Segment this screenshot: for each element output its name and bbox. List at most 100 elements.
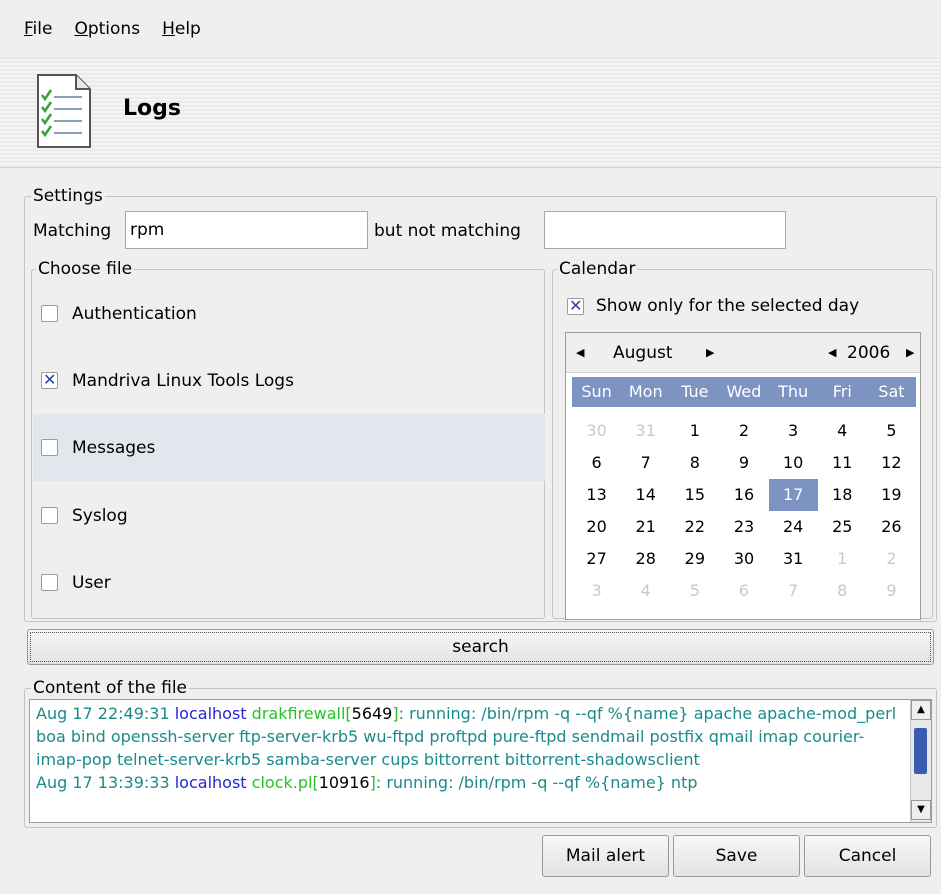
log-host: localhost bbox=[174, 773, 247, 792]
show-only-selected-day-option[interactable]: Show only for the selected day bbox=[567, 296, 859, 316]
menu-bar: File Options Help bbox=[0, 0, 941, 58]
calendar-day[interactable]: 10 bbox=[769, 447, 818, 479]
calendar-day[interactable]: 4 bbox=[818, 415, 867, 447]
weekday-label: Mon bbox=[628, 382, 663, 401]
calendar-day[interactable]: 1 bbox=[818, 543, 867, 575]
calendar-day[interactable]: 31 bbox=[769, 543, 818, 575]
calendar-day[interactable]: 1 bbox=[670, 415, 719, 447]
calendar-day[interactable]: 24 bbox=[769, 511, 818, 543]
menu-help[interactable]: Help bbox=[162, 19, 201, 39]
calendar-day[interactable]: 3 bbox=[769, 415, 818, 447]
file-option-label: Syslog bbox=[72, 505, 128, 526]
next-year-icon[interactable]: ▶ bbox=[906, 346, 914, 359]
calendar-day[interactable]: 2 bbox=[719, 415, 768, 447]
calendar-day[interactable]: 21 bbox=[621, 511, 670, 543]
syslog-checkbox[interactable] bbox=[41, 507, 58, 524]
calendar-day[interactable]: 18 bbox=[818, 479, 867, 511]
log-host: localhost bbox=[174, 704, 247, 723]
log-process: clock.pl bbox=[251, 773, 313, 792]
not-matching-label: but not matching bbox=[374, 221, 521, 241]
weekday-label: Fri bbox=[832, 382, 852, 401]
scrollbar-thumb[interactable] bbox=[914, 728, 927, 774]
messages-checkbox[interactable] bbox=[41, 439, 58, 456]
mandriva-tools-logs-checkbox[interactable] bbox=[41, 370, 58, 389]
search-button[interactable]: search bbox=[27, 629, 934, 665]
calendar-day[interactable]: 23 bbox=[719, 511, 768, 543]
not-matching-input[interactable] bbox=[544, 211, 786, 249]
user-checkbox[interactable] bbox=[41, 574, 58, 591]
calendar-day[interactable]: 9 bbox=[867, 575, 916, 607]
calendar-day[interactable]: 29 bbox=[670, 543, 719, 575]
calendar-day[interactable]: 5 bbox=[670, 575, 719, 607]
cancel-button[interactable]: Cancel bbox=[804, 835, 931, 877]
calendar-day[interactable]: 20 bbox=[572, 511, 621, 543]
calendar-day[interactable]: 22 bbox=[670, 511, 719, 543]
mail-alert-button[interactable]: Mail alert bbox=[542, 835, 669, 877]
scroll-down-icon[interactable]: ▼ bbox=[911, 800, 931, 820]
calendar-day[interactable]: 25 bbox=[818, 511, 867, 543]
calendar-day[interactable]: 31 bbox=[621, 415, 670, 447]
weekday-label: Thu bbox=[778, 382, 809, 401]
calendar-day[interactable]: 17 bbox=[768, 479, 818, 511]
calendar-day[interactable]: 15 bbox=[670, 479, 719, 511]
calendar-day[interactable]: 16 bbox=[719, 479, 768, 511]
calendar-day[interactable]: 6 bbox=[572, 447, 621, 479]
show-only-selected-day-checkbox[interactable] bbox=[567, 296, 584, 315]
calendar-weekday-header: Sun Mon Tue Wed Thu Fri Sat bbox=[572, 377, 916, 407]
calendar-day[interactable]: 6 bbox=[719, 575, 768, 607]
calendar-day[interactable]: 7 bbox=[769, 575, 818, 607]
calendar-group: Calendar Show only for the selected day … bbox=[552, 259, 933, 620]
file-option-messages[interactable]: Messages bbox=[33, 414, 545, 481]
content-group: Content of the file Aug 17 22:49:31 loca… bbox=[24, 678, 937, 828]
log-content-area[interactable]: Aug 17 22:49:31 localhost drakfirewall[5… bbox=[29, 699, 932, 823]
matching-input[interactable] bbox=[125, 211, 368, 249]
file-option-label: Authentication bbox=[72, 303, 197, 324]
log-process: drakfirewall bbox=[251, 704, 346, 723]
log-text: Aug 17 22:49:31 localhost drakfirewall[5… bbox=[36, 704, 897, 792]
prev-year-icon[interactable]: ◀ bbox=[828, 346, 836, 359]
calendar-legend: Calendar bbox=[557, 259, 638, 279]
calendar-day[interactable]: 3 bbox=[572, 575, 621, 607]
calendar-day[interactable]: 19 bbox=[867, 479, 916, 511]
calendar-day[interactable]: 26 bbox=[867, 511, 916, 543]
calendar-widget: ◀ August ▶ ◀ 2006 ▶ Sun Mon Tue Wed Thu … bbox=[565, 332, 921, 620]
file-option-syslog[interactable]: Syslog bbox=[33, 482, 545, 549]
log-pid: 5649 bbox=[351, 704, 393, 723]
calendar-day[interactable]: 4 bbox=[621, 575, 670, 607]
file-option-user[interactable]: User bbox=[33, 549, 545, 616]
calendar-day[interactable]: 8 bbox=[818, 575, 867, 607]
file-option-label: Mandriva Linux Tools Logs bbox=[72, 370, 294, 391]
calendar-day[interactable]: 27 bbox=[572, 543, 621, 575]
settings-legend: Settings bbox=[31, 186, 105, 206]
calendar-day[interactable]: 30 bbox=[719, 543, 768, 575]
scroll-up-icon[interactable]: ▲ bbox=[911, 700, 931, 720]
calendar-day[interactable]: 5 bbox=[867, 415, 916, 447]
calendar-day[interactable]: 14 bbox=[621, 479, 670, 511]
calendar-day[interactable]: 12 bbox=[867, 447, 916, 479]
menu-options[interactable]: Options bbox=[74, 19, 140, 39]
prev-month-icon[interactable]: ◀ bbox=[576, 346, 584, 359]
menu-file[interactable]: File bbox=[24, 19, 52, 39]
file-option-label: Messages bbox=[72, 437, 156, 458]
log-scrollbar[interactable]: ▲ ▼ bbox=[910, 700, 931, 822]
log-date: Aug 17 13:39:33 bbox=[36, 773, 170, 792]
weekday-label: Wed bbox=[726, 382, 762, 401]
calendar-day[interactable]: 30 bbox=[572, 415, 621, 447]
calendar-day[interactable]: 2 bbox=[867, 543, 916, 575]
file-option-authentication[interactable]: Authentication bbox=[33, 280, 545, 347]
authentication-checkbox[interactable] bbox=[41, 305, 58, 322]
weekday-label: Tue bbox=[681, 382, 709, 401]
calendar-day[interactable]: 7 bbox=[621, 447, 670, 479]
save-button[interactable]: Save bbox=[673, 835, 800, 877]
calendar-day[interactable]: 13 bbox=[572, 479, 621, 511]
file-option-mandriva-tools-logs[interactable]: Mandriva Linux Tools Logs bbox=[33, 347, 545, 414]
calendar-day[interactable]: 8 bbox=[670, 447, 719, 479]
calendar-day[interactable]: 28 bbox=[621, 543, 670, 575]
weekday-label: Sat bbox=[878, 382, 905, 401]
settings-group: Settings Matching but not matching Choos… bbox=[24, 186, 937, 622]
calendar-month: August bbox=[613, 343, 673, 363]
calendar-day[interactable]: 9 bbox=[719, 447, 768, 479]
calendar-day[interactable]: 11 bbox=[818, 447, 867, 479]
matching-label: Matching bbox=[33, 221, 112, 241]
next-month-icon[interactable]: ▶ bbox=[706, 346, 714, 359]
